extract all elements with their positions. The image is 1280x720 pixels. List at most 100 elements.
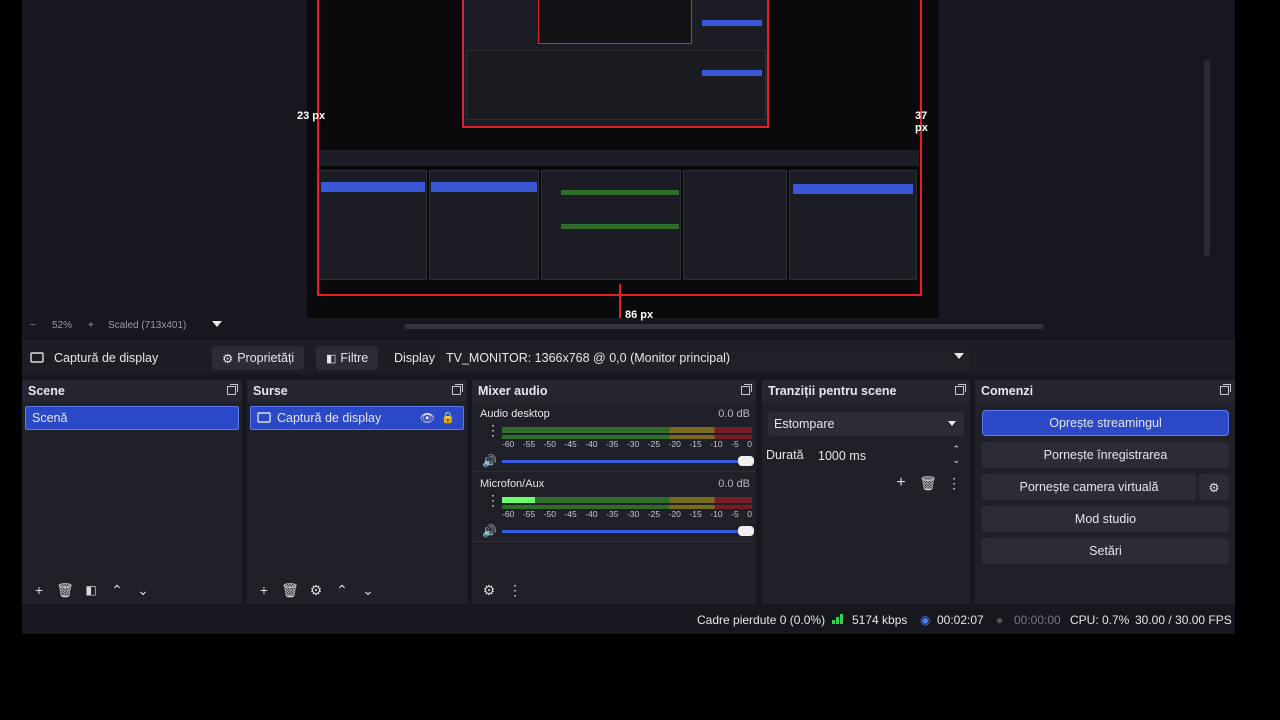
meter-tick-label: 0 — [747, 439, 752, 449]
start-virtual-camera-button[interactable]: Pornește camera virtuală — [982, 474, 1196, 500]
gear-icon: ⚙ — [222, 351, 234, 366]
scenes-footer: + 🗑 ◧ ⌃ ⌄ — [22, 576, 242, 604]
controls-dock: Comenzi Oprește streamingul Pornește înr… — [975, 380, 1235, 604]
more-icon[interactable]: ⋮ — [504, 579, 526, 601]
slider-knob[interactable] — [738, 456, 754, 466]
speaker-icon[interactable]: 🔊 — [482, 454, 497, 468]
slider-knob[interactable] — [738, 526, 754, 536]
zoom-dropdown-icon[interactable] — [212, 321, 222, 327]
selected-source: Captură de display — [30, 346, 158, 370]
transitions-title: Tranziții pentru scene — [768, 384, 897, 398]
zoom-in-button[interactable]: + — [88, 320, 94, 331]
meter-tick-label: -55 — [522, 509, 536, 519]
meter-tick-label: -10 — [710, 509, 723, 519]
trash-icon[interactable]: 🗑 — [54, 579, 76, 601]
channel-name: Audio desktop — [480, 408, 550, 420]
meter-tick-label: -40 — [585, 509, 598, 519]
display-label: Display — [394, 351, 435, 365]
transition-select-value: Estompare — [774, 417, 835, 431]
transition-select[interactable]: Estompare — [768, 412, 964, 436]
stream-icon: ◉ — [920, 613, 931, 627]
preview-area[interactable]: 23 px 37 px 86 px — [22, 0, 1218, 321]
chevron-up-icon[interactable]: ⌃ — [331, 579, 353, 601]
meter-ticks: -60 -55 -50 -45 -40 -35 -30 -25 -20 -15 -10 -5 0 — [502, 439, 752, 451]
source-item[interactable]: Captură de display 👁 🔒 — [250, 406, 464, 430]
sources-dock-header: Surse — [247, 380, 467, 402]
transitions-dock-header: Tranziții pentru scene — [762, 380, 970, 402]
volume-slider[interactable] — [502, 456, 754, 466]
meter-tick-label: -30 — [626, 439, 640, 449]
meter-ticks: -60 -55 -50 -45 -40 -35 -30 -25 -20 -15 -10 -5 0 — [502, 509, 752, 521]
advanced-audio-icon[interactable]: ⚙ — [478, 579, 500, 601]
undock-icon[interactable] — [1220, 384, 1231, 395]
meter-tick-label: -30 — [626, 509, 640, 519]
studio-mode-button[interactable]: Mod studio — [982, 506, 1229, 532]
display-select-value: TV_MONITOR: 1366x768 @ 0,0 (Monitor prin… — [446, 351, 731, 365]
preview-horizontal-scrollbar[interactable] — [404, 324, 1044, 329]
scenes-dock-header: Scene — [22, 380, 242, 402]
add-icon[interactable]: + — [253, 579, 275, 601]
trash-icon[interactable]: 🗑 — [279, 579, 301, 601]
chevron-up-icon[interactable]: ⌃ — [106, 579, 128, 601]
mixer-dock: Mixer audio Audio desktop 0.0 dB ⋮ -60 -5… — [472, 380, 756, 604]
display-select[interactable]: TV_MONITOR: 1366x768 @ 0,0 (Monitor prin… — [440, 346, 970, 370]
undock-icon[interactable] — [227, 384, 238, 395]
properties-button[interactable]: ⚙ Proprietăți — [212, 346, 305, 370]
more-icon[interactable]: ⋮ — [943, 472, 965, 494]
stop-streaming-button[interactable]: Oprește streamingul — [982, 410, 1229, 436]
trash-icon[interactable]: 🗑 — [917, 472, 939, 494]
mixer-channel: Audio desktop 0.0 dB ⋮ -60 -55 -50 -45 -40 -3… — [472, 402, 756, 472]
undock-icon[interactable] — [452, 384, 463, 395]
settings-button[interactable]: Setări — [982, 538, 1229, 564]
more-icon[interactable]: ⋮ — [486, 493, 500, 507]
channel-db: 0.0 dB — [718, 478, 750, 490]
meter-tick-label: -60 — [502, 439, 515, 449]
duration-input[interactable]: 1000 ms ⌃ ⌄ — [812, 444, 964, 468]
channel-name: Microfon/Aux — [480, 478, 545, 490]
record-icon: ● — [996, 613, 1004, 627]
filters-button[interactable]: ◧ Filtre — [316, 346, 379, 370]
more-icon[interactable]: ⋮ — [486, 423, 500, 437]
volume-slider[interactable] — [502, 526, 754, 536]
duration-value: 1000 ms — [818, 449, 866, 463]
eye-icon[interactable]: 👁 — [420, 411, 435, 425]
zoom-bar: − 52% + Scaled (713x401) — [22, 320, 1218, 334]
preview-vertical-scrollbar[interactable] — [1204, 60, 1210, 256]
preview-canvas[interactable]: 23 px 37 px 86 px — [297, 0, 939, 321]
spin-arrows-icon[interactable]: ⌃ ⌄ — [952, 444, 960, 466]
meter-tick-label: -50 — [543, 439, 556, 449]
scene-item-label: Scenă — [32, 411, 68, 425]
start-recording-button[interactable]: Pornește înregistrarea — [982, 442, 1229, 468]
lock-icon[interactable]: 🔒 — [441, 411, 455, 424]
transitions-dock: Tranziții pentru scene Estompare Durată … — [762, 380, 970, 604]
meter-tick-label: 0 — [747, 509, 752, 519]
scenes-title: Scene — [28, 384, 65, 398]
gear-icon[interactable]: ⚙ — [305, 579, 327, 601]
undock-icon[interactable] — [741, 384, 752, 395]
sources-footer: + 🗑 ⚙ ⌃ ⌄ — [247, 576, 467, 604]
mixer-footer: ⚙ ⋮ — [472, 576, 756, 604]
volume-meter — [502, 497, 752, 503]
source-toolbar: Captură de display ⚙ Proprietăți ◧ Filtr… — [22, 340, 1235, 374]
speaker-icon[interactable]: 🔊 — [482, 524, 497, 538]
left-distance-label: 23 px — [297, 110, 326, 122]
filter-icon[interactable]: ◧ — [80, 579, 102, 601]
controls-dock-header: Comenzi — [975, 380, 1235, 402]
chevron-down-icon — [954, 353, 964, 359]
meter-tick-label: -5 — [731, 439, 739, 449]
right-distance-label: 37 px — [915, 110, 928, 134]
sources-dock: Surse Captură de display 👁 🔒 + 🗑 ⚙ ⌃ ⌄ — [247, 380, 467, 604]
zoom-out-button[interactable]: − — [30, 320, 36, 331]
chevron-down-icon[interactable]: ⌄ — [132, 579, 154, 601]
meter-tick-label: -10 — [710, 439, 723, 449]
dropped-frames: Cadre pierdute 0 (0.0%) — [697, 613, 826, 627]
mixer-title: Mixer audio — [478, 384, 548, 398]
scene-item[interactable]: Scenă — [25, 406, 239, 430]
chevron-down-icon[interactable]: ⌄ — [357, 579, 379, 601]
add-icon[interactable]: + — [890, 472, 912, 494]
meter-tick-label: -20 — [668, 439, 681, 449]
virtual-camera-settings-button[interactable]: ⚙ — [1199, 474, 1229, 500]
meter-tick-label: -45 — [564, 509, 577, 519]
add-icon[interactable]: + — [28, 579, 50, 601]
undock-icon[interactable] — [955, 384, 966, 395]
